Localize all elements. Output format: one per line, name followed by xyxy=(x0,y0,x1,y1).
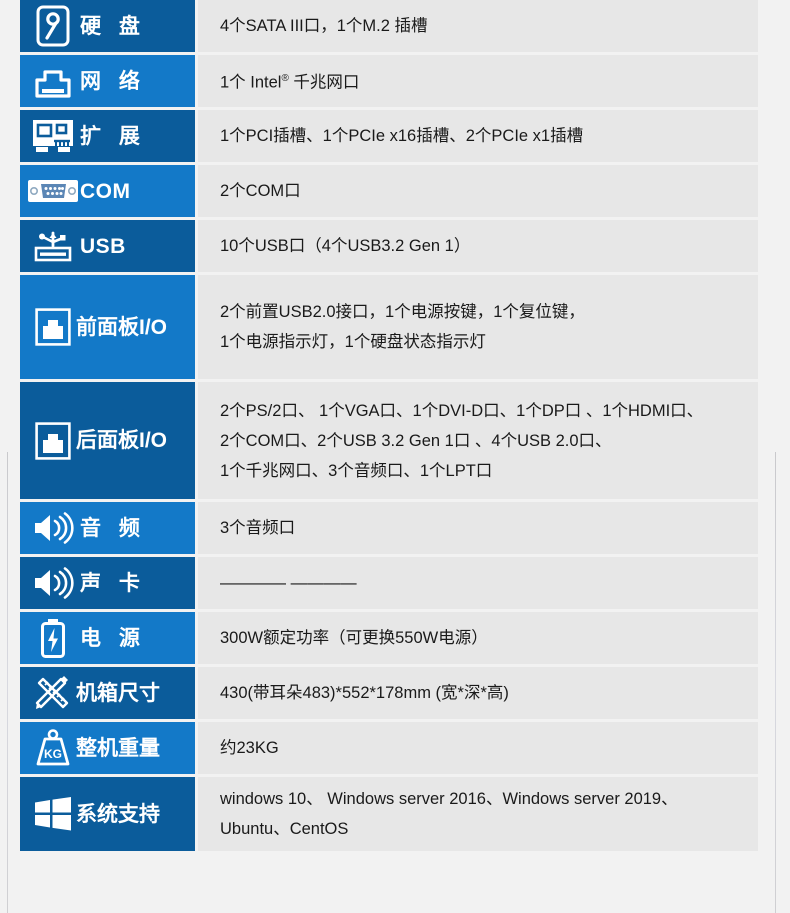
spec-value-cell: 300W额定功率（可更换550W电源） xyxy=(198,612,758,664)
spec-row: USB 10个USB口（4个USB3.2 Gen 1） xyxy=(20,220,758,272)
weight-kg-icon: KG xyxy=(26,726,80,770)
audio-speaker-icon xyxy=(26,561,80,605)
page-edge-right xyxy=(775,452,776,913)
spec-label-text: 前面板I/O xyxy=(76,315,168,339)
spec-row: 机箱尺寸 430(带耳朵483)*552*178mm (宽*深*高) xyxy=(20,667,758,719)
spec-value-cell: windows 10、 Windows server 2016、Windows … xyxy=(198,777,758,851)
spec-value-cell: 10个USB口（4个USB3.2 Gen 1） xyxy=(198,220,758,272)
spec-label-cell: USB xyxy=(20,220,195,272)
audio-speaker-icon xyxy=(26,506,80,550)
spec-label-text: 机箱尺寸 xyxy=(76,681,160,705)
spec-value-line: 2个COM口、2个USB 3.2 Gen 1口 、4个USB 2.0口、 xyxy=(220,431,612,450)
spec-label-cell: 声 卡 xyxy=(20,557,195,609)
spec-label-text: USB xyxy=(80,234,126,258)
spec-value-cell: 3个音频口 xyxy=(198,502,758,554)
spec-label-cell: 系统支持 xyxy=(20,777,195,851)
hard-disk-icon xyxy=(26,4,80,48)
spec-value-line: windows 10、 Windows server 2016、Windows … xyxy=(220,790,678,808)
spec-label-text: 电 源 xyxy=(80,626,146,650)
spec-label-text: 硬 盘 xyxy=(80,14,146,38)
spec-value-cell: 1个 Intel® 千兆网口 xyxy=(198,55,758,107)
spec-row: 扩 展 1个PCI插槽、1个PCIe x16插槽、2个PCIe x1插槽 xyxy=(20,110,758,162)
spec-row: KG 整机重量 约23KG xyxy=(20,722,758,774)
power-battery-icon xyxy=(26,616,80,660)
expansion-card-icon xyxy=(26,114,80,158)
spec-value-line: 2个PS/2口、 1个VGA口、1个DVI-D口、1个DP口 、1个HDMI口、 xyxy=(220,401,704,420)
spec-label-cell: 网 络 xyxy=(20,55,195,107)
spec-value-cell: 1个PCI插槽、1个PCIe x16插槽、2个PCIe x1插槽 xyxy=(198,110,758,162)
spec-value-line: 约23KG xyxy=(220,739,279,757)
usb-icon xyxy=(26,224,80,268)
spec-row: COM 2个COM口 xyxy=(20,165,758,217)
spec-label-cell: 电 源 xyxy=(20,612,195,664)
spec-value-line: 10个USB口（4个USB3.2 Gen 1） xyxy=(220,237,471,255)
page-edge-left xyxy=(7,452,8,913)
front-panel-io-icon xyxy=(26,305,80,349)
serial-port-icon xyxy=(26,169,80,213)
spec-value-line: ———— ———— xyxy=(220,574,357,592)
spec-label-cell: 音 频 xyxy=(20,502,195,554)
spec-label-text: COM xyxy=(80,179,131,203)
spec-label-cell: 扩 展 xyxy=(20,110,195,162)
spec-label-text: 后面板I/O xyxy=(76,429,168,452)
rear-panel-io-icon xyxy=(26,419,80,463)
spec-value-cell: ———— ———— xyxy=(198,557,758,609)
svg-text:KG: KG xyxy=(44,747,62,761)
spec-label-text: 扩 展 xyxy=(80,124,146,148)
spec-row: 后面板I/O 2个PS/2口、 1个VGA口、1个DVI-D口、1个DP口 、1个… xyxy=(20,382,758,499)
spec-value-line: 2个COM口 xyxy=(220,182,301,200)
spec-value-line: 1个 Intel® 千兆网口 xyxy=(220,73,360,92)
spec-label-cell: 机箱尺寸 xyxy=(20,667,195,719)
spec-label-text: 声 卡 xyxy=(80,571,146,595)
spec-value-cell: 4个SATA III口，1个M.2 插槽 xyxy=(198,0,758,52)
spec-value-line: 3个音频口 xyxy=(220,519,296,537)
spec-label-text: 网 络 xyxy=(80,69,146,93)
dimensions-ruler-icon xyxy=(26,671,80,715)
spec-label-cell: KG 整机重量 xyxy=(20,722,195,774)
spec-value-line: Ubuntu、CentOS xyxy=(220,820,349,838)
spec-label-cell: 硬 盘 xyxy=(20,0,195,52)
windows-logo-icon xyxy=(26,792,80,836)
spec-row: 硬 盘 4个SATA III口，1个M.2 插槽 xyxy=(20,0,758,52)
spec-value-cell: 约23KG xyxy=(198,722,758,774)
spec-row: 前面板I/O 2个前置USB2.0接口，1个电源按键，1个复位键， 1个电源指示灯，… xyxy=(20,275,758,379)
spec-value-line: 1个电源指示灯，1个硬盘状态指示灯 xyxy=(220,333,486,351)
spec-label-cell: 后面板I/O xyxy=(20,382,195,499)
spec-value-cell: 2个PS/2口、 1个VGA口、1个DVI-D口、1个DP口 、1个HDMI口、… xyxy=(198,382,758,499)
spec-value-cell: 2个COM口 xyxy=(198,165,758,217)
spec-value-line: 430(带耳朵483)*552*178mm (宽*深*高) xyxy=(220,684,509,702)
spec-value-line: 4个SATA III口，1个M.2 插槽 xyxy=(220,17,428,35)
specification-table: 硬 盘 4个SATA III口，1个M.2 插槽 网 络 1个 Intel® 千兆网… xyxy=(20,0,758,854)
spec-value-line: 1个千兆网口、3个音频口、1个LPT口 xyxy=(220,461,493,480)
spec-row: 电 源 300W额定功率（可更换550W电源） xyxy=(20,612,758,664)
spec-value-cell: 430(带耳朵483)*552*178mm (宽*深*高) xyxy=(198,667,758,719)
spec-label-text: 系统支持 xyxy=(76,802,160,826)
network-port-icon xyxy=(26,59,80,103)
spec-value-line: 2个前置USB2.0接口，1个电源按键，1个复位键， xyxy=(220,303,585,321)
spec-row: 系统支持 windows 10、 Windows server 2016、Wind… xyxy=(20,777,758,851)
spec-value-line: 1个PCI插槽、1个PCIe x16插槽、2个PCIe x1插槽 xyxy=(220,127,584,145)
spec-row: 音 频 3个音频口 xyxy=(20,502,758,554)
spec-row: 网 络 1个 Intel® 千兆网口 xyxy=(20,55,758,107)
spec-label-cell: 前面板I/O xyxy=(20,275,195,379)
spec-value-cell: 2个前置USB2.0接口，1个电源按键，1个复位键， 1个电源指示灯，1个硬盘状态… xyxy=(198,275,758,379)
spec-label-text: 音 频 xyxy=(80,516,146,540)
spec-value-line: 300W额定功率（可更换550W电源） xyxy=(220,629,488,647)
spec-row: 声 卡 ———— ———— xyxy=(20,557,758,609)
spec-label-cell: COM xyxy=(20,165,195,217)
spec-label-text: 整机重量 xyxy=(76,736,160,760)
